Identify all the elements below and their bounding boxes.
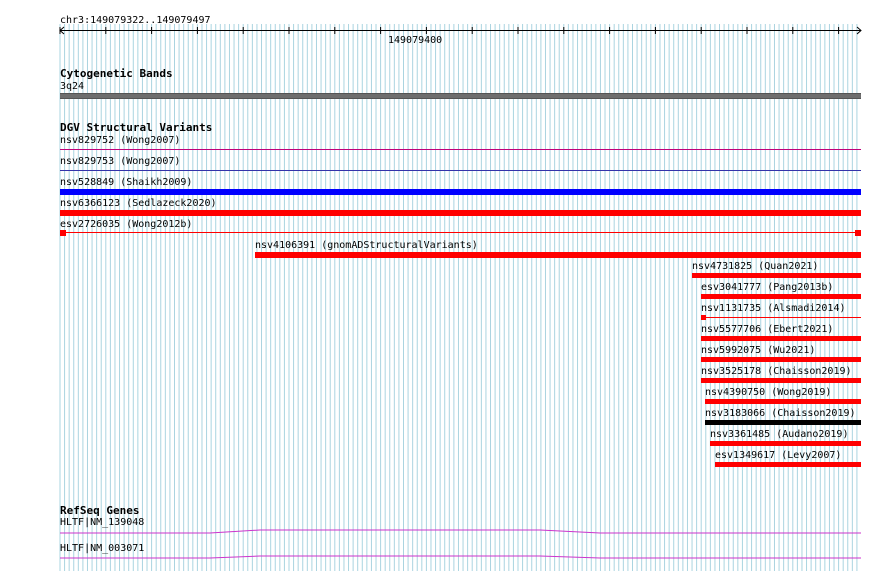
dgv-feature-bar[interactable] bbox=[701, 336, 861, 341]
dgv-feature-bar[interactable] bbox=[705, 420, 861, 425]
dgv-feature-line[interactable] bbox=[60, 170, 861, 171]
refseq-track-title: RefSeq Genes bbox=[60, 504, 140, 517]
dgv-feature-label[interactable]: nsv6366123 (Sedlazeck2020) bbox=[60, 198, 217, 209]
dgv-feature-bar[interactable] bbox=[255, 252, 861, 258]
cytoband-track-title: Cytogenetic Bands bbox=[60, 67, 173, 80]
dgv-feature-label[interactable]: nsv3525178 (Chaisson2019) bbox=[701, 366, 852, 377]
refseq-gene-label[interactable]: HLTF|NM_003071 bbox=[60, 543, 144, 554]
dgv-feature-line[interactable] bbox=[60, 149, 861, 150]
dgv-feature-label[interactable]: nsv4390750 (Wong2019) bbox=[705, 387, 831, 398]
ruler-center-label: 149079400 bbox=[388, 35, 443, 46]
dgv-feature-line[interactable] bbox=[66, 232, 855, 233]
dgv-feature-label[interactable]: nsv3361485 (Audano2019) bbox=[710, 429, 848, 440]
dgv-feature-line[interactable] bbox=[706, 317, 861, 318]
dgv-feature-label[interactable]: esv2726035 (Wong2012b) bbox=[60, 219, 192, 230]
genome-browser-view: chr3:149079322..149079497 149079400 Cyto… bbox=[0, 0, 890, 571]
dgv-feature-label[interactable]: nsv5992075 (Wu2021) bbox=[701, 345, 815, 356]
dgv-feature-bar[interactable] bbox=[710, 441, 861, 446]
dgv-feature-bar[interactable] bbox=[701, 294, 861, 299]
dgv-feature-label[interactable]: nsv4731825 (Quan2021) bbox=[692, 261, 818, 272]
dgv-feature-block[interactable] bbox=[855, 230, 861, 236]
dgv-feature-label[interactable]: esv1349617 (Levy2007) bbox=[715, 450, 841, 461]
refseq-gene-label[interactable]: HLTF|NM_139048 bbox=[60, 517, 144, 528]
dgv-feature-label[interactable]: nsv528849 (Shaikh2009) bbox=[60, 177, 192, 188]
dgv-feature-label[interactable]: esv3041777 (Pang2013b) bbox=[701, 282, 833, 293]
dgv-feature-label[interactable]: nsv829753 (Wong2007) bbox=[60, 156, 180, 167]
dgv-feature-label[interactable]: nsv1131735 (Alsmadi2014) bbox=[701, 303, 846, 314]
cytoband-bar[interactable] bbox=[60, 93, 861, 99]
dgv-feature-bar[interactable] bbox=[701, 378, 861, 383]
dgv-feature-bar[interactable] bbox=[715, 462, 861, 467]
dgv-track-title: DGV Structural Variants bbox=[60, 121, 213, 134]
dgv-feature-bar[interactable] bbox=[701, 357, 861, 362]
cytoband-label: 3q24 bbox=[60, 81, 85, 92]
ruler-location: chr3:149079322..149079497 bbox=[60, 15, 211, 26]
dgv-feature-bar[interactable] bbox=[60, 210, 861, 216]
dgv-feature-label[interactable]: nsv4106391 (gnomADStructuralVariants) bbox=[255, 240, 478, 251]
dgv-feature-bar[interactable] bbox=[705, 399, 861, 404]
dgv-feature-bar[interactable] bbox=[60, 189, 861, 195]
dgv-feature-label[interactable]: nsv3183066 (Chaisson2019) bbox=[705, 408, 856, 419]
dgv-feature-label[interactable]: nsv5577706 (Ebert2021) bbox=[701, 324, 833, 335]
dgv-feature-label[interactable]: nsv829752 (Wong2007) bbox=[60, 135, 180, 146]
dgv-feature-bar[interactable] bbox=[692, 273, 861, 278]
dgv-feature-block[interactable] bbox=[60, 230, 66, 236]
